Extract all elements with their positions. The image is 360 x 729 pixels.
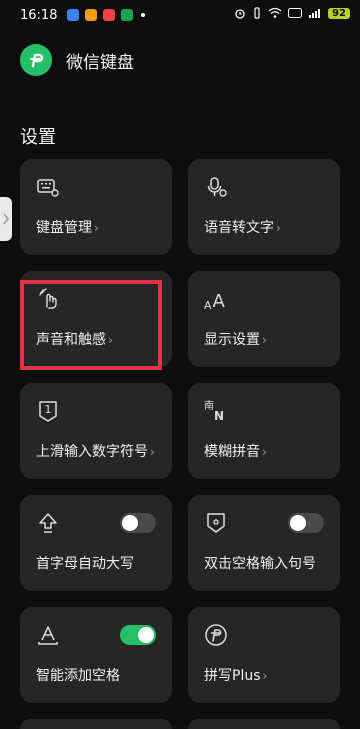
card-sound-and-touch[interactable]: 声音和触感 › bbox=[20, 271, 172, 367]
edge-panel-handle[interactable] bbox=[0, 197, 12, 241]
auto-capitalize-toggle[interactable] bbox=[120, 513, 156, 533]
card-label: 键盘管理 › bbox=[36, 220, 99, 236]
card-smart-space[interactable]: 智能添加空格 bbox=[20, 607, 172, 703]
toggle-knob bbox=[138, 627, 154, 643]
mic-settings-icon bbox=[207, 177, 227, 197]
card-label: 智能添加空格 bbox=[36, 668, 120, 684]
chevron-right-icon: › bbox=[94, 221, 99, 235]
chevron-right-icon: › bbox=[262, 445, 267, 459]
shield-dot-icon bbox=[207, 513, 225, 533]
alarm-icon bbox=[235, 9, 245, 19]
toggle-knob bbox=[290, 515, 306, 531]
app-logo bbox=[20, 44, 52, 76]
card-label: 双击空格输入句号 bbox=[204, 556, 316, 572]
card-double-space-period[interactable]: 双击空格输入句号 bbox=[188, 495, 340, 591]
notification-icons bbox=[67, 9, 134, 21]
chevron-right-icon bbox=[3, 213, 9, 225]
card-label: 声音和触感 › bbox=[36, 332, 113, 348]
app-title: 微信键盘 bbox=[66, 52, 134, 73]
touch-vibration-icon bbox=[39, 288, 57, 309]
chevron-right-icon: › bbox=[150, 445, 155, 459]
status-bar: 16:18 92 bbox=[0, 0, 360, 30]
hd-icon bbox=[288, 8, 303, 18]
card-label: 语音转文字 › bbox=[204, 220, 281, 236]
card-voice-to-text[interactable]: 语音转文字 › bbox=[188, 159, 340, 255]
signal-icon bbox=[309, 9, 321, 18]
app-notification-icon bbox=[67, 9, 80, 21]
card-display-settings[interactable]: A A 显示设置 › bbox=[188, 271, 340, 367]
keyboard-settings-icon bbox=[37, 179, 59, 197]
app-notification-icon bbox=[121, 9, 134, 21]
status-time: 16:18 bbox=[20, 7, 58, 23]
wifi-icon bbox=[268, 7, 282, 18]
card-label: 模糊拼音 › bbox=[204, 444, 267, 460]
wechat-keyboard-logo-icon bbox=[30, 53, 44, 68]
card-spelling-plus[interactable]: 拼写Plus › bbox=[188, 607, 340, 703]
double-space-toggle[interactable] bbox=[288, 513, 324, 533]
smart-space-toggle[interactable] bbox=[120, 625, 156, 645]
chevron-right-icon: › bbox=[262, 669, 268, 683]
system-icons: 92 bbox=[234, 7, 350, 19]
app-notification-icon bbox=[85, 9, 98, 21]
letter-a-icon bbox=[38, 626, 58, 645]
card-partial bbox=[188, 719, 340, 729]
toggle-knob bbox=[122, 515, 138, 531]
battery-icon: 92 bbox=[328, 7, 350, 19]
chevron-right-icon: › bbox=[276, 221, 281, 235]
card-fuzzy-pinyin[interactable]: 南 N 模糊拼音 › bbox=[188, 383, 340, 479]
arrow-up-outline-icon bbox=[39, 513, 57, 533]
pinyin-plus-icon bbox=[205, 624, 227, 646]
font-size-icon: A A bbox=[204, 291, 225, 312]
app-header: 微信键盘 bbox=[20, 44, 134, 76]
card-label: 首字母自动大写 bbox=[36, 556, 134, 572]
card-partial bbox=[20, 719, 172, 729]
card-label: 拼写Plus › bbox=[204, 668, 268, 684]
card-auto-capitalize[interactable]: 首字母自动大写 bbox=[20, 495, 172, 591]
more-notifications-dot-icon bbox=[141, 13, 146, 17]
app-notification-icon bbox=[103, 9, 116, 21]
card-label: 显示设置 › bbox=[204, 332, 267, 348]
section-title: 设置 bbox=[20, 127, 56, 148]
chevron-right-icon: › bbox=[262, 333, 267, 347]
card-swipe-up-numbers[interactable]: 1 上滑输入数字符号 › bbox=[20, 383, 172, 479]
vibrate-icon bbox=[254, 7, 260, 19]
chevron-right-icon: › bbox=[108, 333, 113, 347]
fuzzy-pinyin-icon: 南 N bbox=[204, 401, 225, 423]
card-label: 上滑输入数字符号 › bbox=[36, 444, 155, 460]
card-keyboard-management[interactable]: 键盘管理 › bbox=[20, 159, 172, 255]
number-badge-icon: 1 bbox=[36, 399, 60, 423]
